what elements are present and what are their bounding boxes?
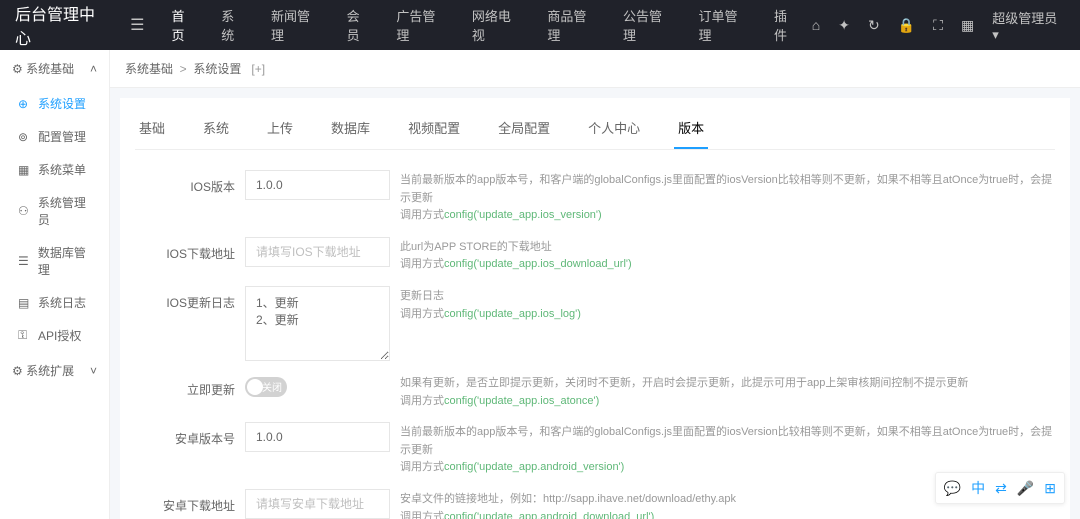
sidebar-item-database[interactable]: ☰数据库管理 (0, 236, 109, 286)
tab-basic[interactable]: 基础 (135, 108, 169, 149)
nav-member[interactable]: 会员 (335, 0, 385, 50)
sidebar-item-config[interactable]: ⊚配置管理 (0, 120, 109, 153)
tab-system[interactable]: 系统 (199, 108, 233, 149)
lang-toggle[interactable]: 中 (971, 478, 985, 498)
tab-personal[interactable]: 个人中心 (584, 108, 644, 149)
user-menu[interactable]: 超级管理员 ▾ (992, 8, 1065, 43)
mic-icon[interactable]: 🎤 (1017, 480, 1034, 497)
nav-order[interactable]: 订单管理 (686, 0, 762, 50)
label-ios-atonce: 立即更新 (135, 373, 245, 398)
nav-notice[interactable]: 公告管理 (611, 0, 687, 50)
label-ios-url: IOS下载地址 (135, 237, 245, 262)
sidebar-group-basic[interactable]: ⚙ 系统基础 ˄ (0, 50, 109, 87)
gear-icon: ⚙ (12, 62, 23, 76)
users-icon: ⚇ (18, 204, 32, 218)
transfer-icon[interactable]: ⇄ (995, 480, 1007, 497)
plus-circle-icon: ⊕ (18, 97, 32, 111)
nav-news[interactable]: 新闻管理 (259, 0, 335, 50)
input-android-url[interactable] (245, 489, 390, 519)
textarea-ios-log[interactable]: 1、更新 2、更新 (245, 286, 390, 361)
label-ios-log: IOS更新日志 (135, 286, 245, 311)
switch-ios-atonce[interactable]: 关闭 (245, 377, 287, 397)
sidebar-item-admin[interactable]: ⚇系统管理员 (0, 186, 109, 236)
crumb-settings[interactable]: 系统设置 (193, 62, 241, 76)
help-ios-log: 更新日志调用方式config('update_app.ios_log') (400, 286, 1055, 323)
input-ios-url[interactable] (245, 237, 390, 267)
nav-goods[interactable]: 商品管理 (535, 0, 611, 50)
nav-plugin[interactable]: 插件 (762, 0, 812, 50)
clear-icon[interactable]: ✦ (838, 17, 850, 34)
sidebar-item-settings[interactable]: ⊕系统设置 (0, 87, 109, 120)
refresh-icon[interactable]: ↻ (868, 17, 880, 34)
logo: 后台管理中心 (15, 1, 110, 49)
help-ios-url: 此url为APP STORE的下载地址调用方式config('update_ap… (400, 237, 1055, 274)
chat-icon[interactable]: 💬 (944, 480, 961, 497)
label-android-version: 安卓版本号 (135, 422, 245, 447)
key-icon: ⚿ (18, 328, 32, 343)
sidebar-item-menu[interactable]: ▦系统菜单 (0, 153, 109, 186)
tab-global[interactable]: 全局配置 (494, 108, 554, 149)
float-toolbar: 💬 中 ⇄ 🎤 ⊞ (935, 472, 1065, 504)
gear-icon: ⊚ (18, 130, 32, 144)
sidebar: ⚙ 系统基础 ˄ ⊕系统设置 ⊚配置管理 ▦系统菜单 ⚇系统管理员 ☰数据库管理… (0, 50, 110, 519)
database-icon: ☰ (18, 254, 32, 268)
log-icon: ▤ (18, 296, 32, 310)
nav-tv[interactable]: 网络电视 (460, 0, 536, 50)
calendar-icon[interactable]: ▦ (961, 17, 974, 34)
tab-database[interactable]: 数据库 (327, 108, 374, 149)
tab-version[interactable]: 版本 (674, 108, 708, 149)
tab-video[interactable]: 视频配置 (404, 108, 464, 149)
fullscreen-icon[interactable]: ⛶ (933, 17, 943, 34)
tab-upload[interactable]: 上传 (263, 108, 297, 149)
lock-icon[interactable]: 🔒 (898, 17, 915, 34)
sidebar-group-extend[interactable]: ⚙ 系统扩展 ˅ (0, 352, 109, 389)
nav-home[interactable]: 首页 (159, 0, 209, 50)
tabs: 基础 系统 上传 数据库 视频配置 全局配置 个人中心 版本 (135, 108, 1055, 150)
breadcrumb: 系统基础 > 系统设置 [+] (110, 50, 1080, 88)
input-ios-version[interactable] (245, 170, 390, 200)
help-ios-version: 当前最新版本的app版本号，和客户端的globalConfigs.js里面配置的… (400, 170, 1055, 225)
sidebar-item-logs[interactable]: ▤系统日志 (0, 286, 109, 319)
label-ios-version: IOS版本 (135, 170, 245, 195)
help-android-version: 当前最新版本的app版本号，和客户端的globalConfigs.js里面配置的… (400, 422, 1055, 477)
input-android-version[interactable] (245, 422, 390, 452)
gear-icon: ⚙ (12, 364, 23, 378)
crumb-basic[interactable]: 系统基础 (125, 62, 173, 76)
menu-toggle-icon[interactable]: ☰ (130, 15, 144, 35)
home-icon[interactable]: ⌂ (812, 17, 820, 33)
grid-icon[interactable]: ⊞ (1044, 480, 1056, 497)
nav-ad[interactable]: 广告管理 (384, 0, 460, 50)
label-android-url: 安卓下载地址 (135, 489, 245, 514)
help-ios-atonce: 如果有更新，是否立即提示更新，关闭时不更新，开启时会提示更新，此提示可用于app… (400, 373, 1055, 410)
nav-system[interactable]: 系统 (209, 0, 259, 50)
crumb-add[interactable]: [+] (251, 62, 265, 76)
chevron-up-icon: ˄ (90, 62, 97, 76)
sidebar-item-api[interactable]: ⚿API授权 (0, 319, 109, 352)
chevron-down-icon: ˅ (90, 364, 97, 378)
grid-icon: ▦ (18, 163, 32, 177)
